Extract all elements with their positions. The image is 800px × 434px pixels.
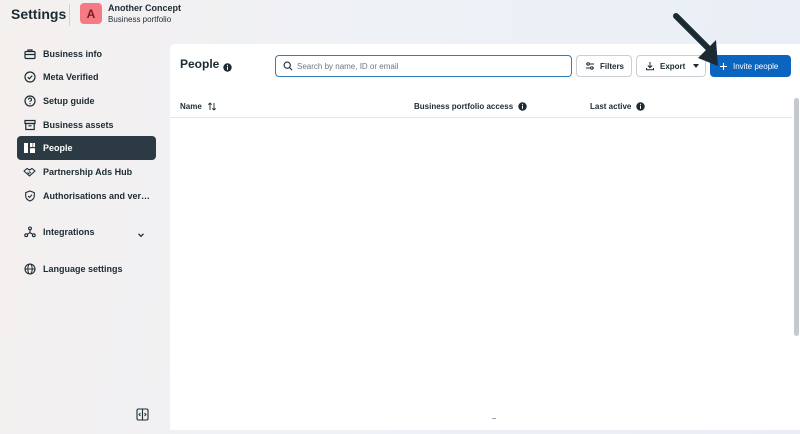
sidebar: Business info Meta Verified Setup guide … — [0, 40, 165, 434]
question-circle-icon — [23, 95, 36, 108]
page-header-title: Settings — [11, 6, 67, 22]
filters-button[interactable]: Filters — [576, 55, 632, 77]
table-header: Name Business portfolio access Last acti… — [170, 96, 792, 118]
search-field[interactable] — [275, 55, 572, 77]
info-icon[interactable] — [518, 102, 527, 111]
sidebar-item-business-assets[interactable]: Business assets — [17, 113, 156, 137]
sidebar-item-label: Setup guide — [43, 96, 95, 106]
people-panel: People Filters Export Invite people Name — [170, 44, 800, 430]
sidebar-item-label: Meta Verified — [43, 72, 99, 82]
vertical-scrollbar[interactable] — [794, 98, 799, 336]
handshake-icon — [23, 166, 36, 179]
account-avatar[interactable]: A — [80, 3, 102, 24]
sidebar-item-label: Partnership Ads Hub — [43, 167, 133, 177]
globe-icon — [23, 263, 36, 276]
column-label: Name — [180, 102, 202, 111]
collapse-sidebar-icon[interactable] — [136, 408, 150, 422]
search-input[interactable] — [297, 61, 557, 71]
sidebar-item-label: People — [43, 143, 73, 153]
sidebar-item-label: Business assets — [43, 120, 114, 130]
column-label: Business portfolio access — [414, 102, 514, 111]
sidebar-item-people[interactable]: People — [17, 136, 156, 160]
column-header-portfolio-access: Business portfolio access — [414, 102, 527, 111]
sidebar-item-authorisations[interactable]: Authorisations and veri... — [17, 184, 156, 208]
info-icon[interactable] — [223, 59, 232, 77]
column-header-last-active: Last active — [590, 102, 646, 111]
chevron-down-icon[interactable] — [136, 227, 146, 238]
sort-icon[interactable] — [207, 102, 217, 111]
archive-box-icon — [23, 119, 36, 132]
sidebar-item-business-info[interactable]: Business info — [17, 42, 156, 66]
sidebar-item-partnership-ads-hub[interactable]: Partnership Ads Hub — [17, 160, 156, 184]
sidebar-item-label: Authorisations and veri... — [43, 191, 151, 201]
briefcase-icon — [23, 48, 36, 61]
header-divider — [69, 4, 70, 26]
sidebar-item-integrations[interactable]: Integrations — [17, 220, 156, 244]
sidebar-item-label: Integrations — [43, 227, 95, 237]
annotation-arrow-icon — [673, 13, 718, 66]
download-icon — [645, 61, 655, 71]
shield-check-icon — [23, 190, 36, 203]
loading-indicator — [492, 418, 496, 419]
sidebar-item-label: Language settings — [43, 264, 123, 274]
invite-people-label: Invite people — [733, 61, 779, 71]
info-icon[interactable] — [636, 102, 646, 111]
sidebar-item-setup-guide[interactable]: Setup guide — [17, 89, 156, 113]
page-title: People — [180, 57, 220, 71]
filter-sliders-icon — [585, 61, 595, 71]
column-header-name[interactable]: Name — [180, 102, 217, 111]
integrations-icon — [23, 226, 36, 239]
filters-label: Filters — [600, 61, 625, 71]
account-name[interactable]: Another Concept — [108, 3, 181, 13]
column-label: Last active — [590, 102, 632, 111]
sidebar-item-language-settings[interactable]: Language settings — [17, 257, 156, 281]
verified-badge-icon — [23, 71, 36, 84]
sidebar-item-meta-verified[interactable]: Meta Verified — [17, 65, 156, 89]
account-subtitle: Business portfolio — [108, 15, 172, 24]
search-icon — [283, 61, 293, 71]
sidebar-item-label: Business info — [43, 49, 103, 59]
people-icon — [23, 142, 36, 155]
